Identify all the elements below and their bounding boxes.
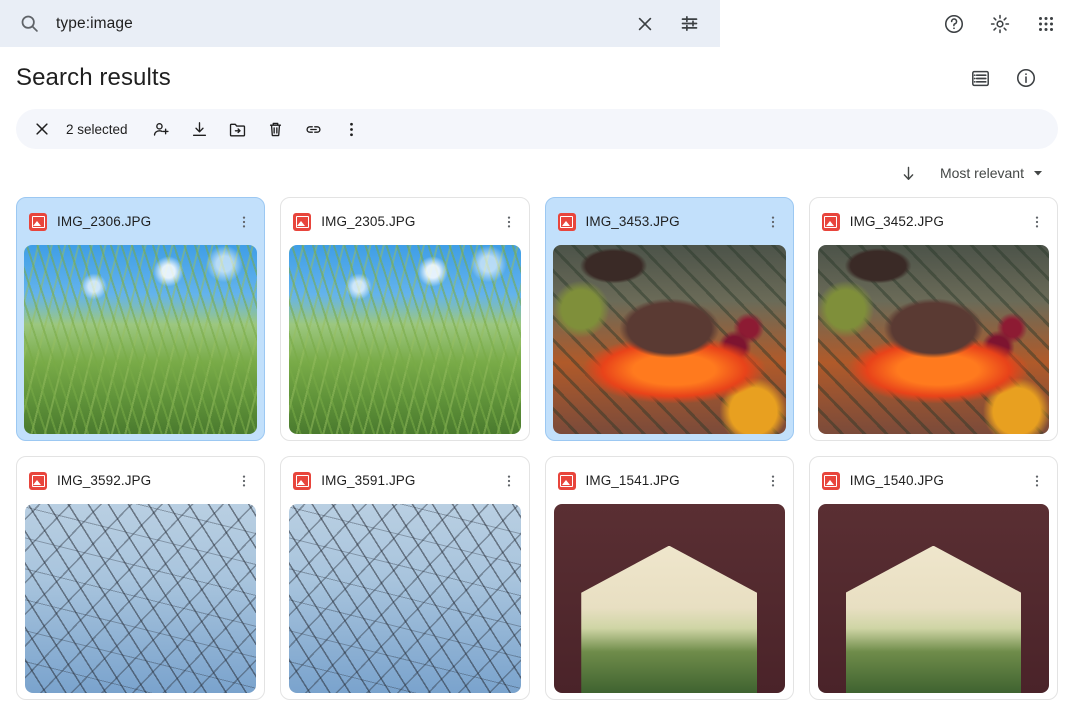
sort-label: Most relevant: [939, 165, 1024, 181]
file-thumbnail[interactable]: [25, 504, 257, 693]
image-file-icon: [557, 471, 576, 490]
file-more-menu-button[interactable]: [230, 208, 258, 236]
file-card[interactable]: IMG_1541.JPG: [544, 456, 794, 700]
search-bar[interactable]: [0, 0, 720, 47]
file-card[interactable]: IMG_3452.JPG: [808, 197, 1058, 441]
image-file-icon: [293, 212, 312, 231]
file-card-header: IMG_3592.JPG: [17, 457, 264, 504]
file-thumbnail[interactable]: [553, 504, 785, 693]
search-icon: [14, 9, 44, 39]
file-name: IMG_2306.JPG: [57, 214, 152, 229]
file-card-header: IMG_3591.JPG: [281, 457, 528, 504]
file-name: IMG_1540.JPG: [849, 473, 944, 488]
file-card[interactable]: IMG_1540.JPG: [808, 456, 1058, 700]
download-button[interactable]: [182, 111, 218, 147]
image-file-icon: [821, 471, 840, 490]
chevron-down-icon: [1032, 167, 1044, 179]
file-more-menu-button[interactable]: [759, 208, 787, 236]
selection-toolbar: 2 selected: [16, 109, 1058, 149]
file-card[interactable]: IMG_2306.JPG: [16, 197, 266, 441]
file-card[interactable]: IMG_2305.JPG: [280, 197, 530, 441]
topbar-actions: [934, 4, 1074, 44]
file-thumbnail[interactable]: [552, 245, 786, 434]
top-bar: [0, 0, 1074, 47]
clear-search-button[interactable]: [628, 7, 662, 41]
page-title: Search results: [16, 64, 171, 91]
info-circle-icon[interactable]: [1006, 58, 1046, 98]
file-name: IMG_1541.JPG: [585, 473, 680, 488]
file-grid: IMG_2306.JPG IMG_2305.JPG IMG_3453.JPG IMG_…: [0, 197, 1074, 700]
close-icon[interactable]: [24, 111, 60, 147]
apps-grid-icon[interactable]: [1026, 4, 1066, 44]
file-card-header: IMG_1541.JPG: [546, 457, 793, 504]
selection-count: 2 selected: [66, 121, 128, 137]
image-file-icon: [821, 212, 840, 231]
file-more-menu-button[interactable]: [495, 467, 523, 495]
file-card-header: IMG_2306.JPG: [17, 198, 264, 245]
file-card-header: IMG_2305.JPG: [281, 198, 528, 245]
file-name: IMG_3453.JPG: [585, 214, 680, 229]
file-more-menu-button[interactable]: [1023, 208, 1051, 236]
more-actions-button[interactable]: [334, 111, 370, 147]
share-button[interactable]: [144, 111, 180, 147]
help-circle-icon[interactable]: [934, 4, 974, 44]
get-link-button[interactable]: [296, 111, 332, 147]
file-name: IMG_3592.JPG: [57, 473, 152, 488]
file-card[interactable]: IMG_3453.JPG: [544, 197, 794, 441]
file-name: IMG_3452.JPG: [849, 214, 944, 229]
file-card-header: IMG_1540.JPG: [810, 457, 1057, 504]
image-file-icon: [557, 212, 576, 231]
page-header: Search results: [0, 47, 1074, 109]
list-view-icon[interactable]: [960, 58, 1000, 98]
file-thumbnail[interactable]: [817, 245, 1049, 434]
file-more-menu-button[interactable]: [230, 467, 258, 495]
file-thumbnail[interactable]: [817, 504, 1049, 693]
file-card-header: IMG_3452.JPG: [810, 198, 1057, 245]
view-actions: [960, 58, 1058, 98]
file-card[interactable]: IMG_3592.JPG: [16, 456, 266, 700]
file-card[interactable]: IMG_3591.JPG: [280, 456, 530, 700]
file-more-menu-button[interactable]: [1023, 467, 1051, 495]
file-card-header: IMG_3453.JPG: [546, 198, 793, 245]
file-name: IMG_3591.JPG: [321, 473, 416, 488]
delete-button[interactable]: [258, 111, 294, 147]
image-file-icon: [29, 212, 47, 231]
file-more-menu-button[interactable]: [759, 467, 787, 495]
image-file-icon: [293, 471, 312, 490]
gear-icon[interactable]: [980, 4, 1020, 44]
file-more-menu-button[interactable]: [495, 208, 523, 236]
file-thumbnail[interactable]: [24, 245, 258, 434]
search-input[interactable]: [56, 14, 628, 33]
sort-row: Most relevant: [0, 149, 1074, 197]
sort-dropdown[interactable]: Most relevant: [932, 160, 1052, 186]
image-file-icon: [29, 471, 47, 490]
move-to-folder-button[interactable]: [220, 111, 256, 147]
search-options-icon[interactable]: [672, 7, 706, 41]
selection-toolbar-wrapper: 2 selected: [0, 109, 1074, 149]
file-name: IMG_2305.JPG: [321, 214, 416, 229]
arrow-down-icon[interactable]: [892, 156, 926, 190]
file-thumbnail[interactable]: [289, 245, 521, 434]
file-thumbnail[interactable]: [289, 504, 521, 693]
